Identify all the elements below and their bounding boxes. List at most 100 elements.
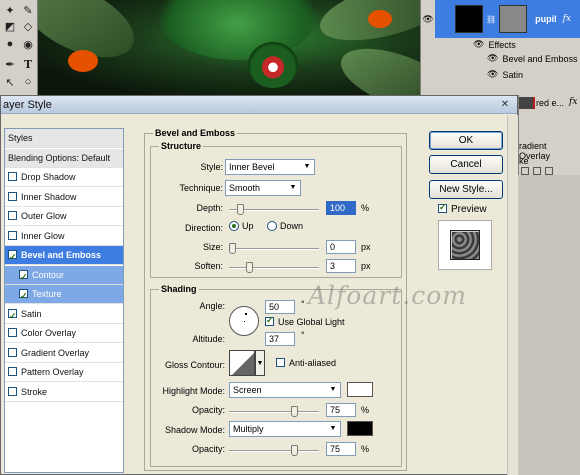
- global-light-label: Use Global Light: [278, 317, 345, 327]
- checkbox-box[interactable]: [8, 211, 17, 220]
- style-item[interactable]: Styles: [5, 129, 123, 148]
- anti-aliased-label: Anti-aliased: [289, 358, 337, 368]
- checkbox-box[interactable]: [8, 328, 17, 337]
- eye-icon[interactable]: 👁: [487, 69, 498, 80]
- brush-icon[interactable]: ✎: [20, 2, 36, 18]
- dodge-icon[interactable]: ◉: [20, 36, 36, 52]
- soften-input[interactable]: 3: [326, 259, 356, 273]
- fill-icon[interactable]: ◇: [20, 18, 36, 34]
- check-icon[interactable]: [8, 307, 17, 326]
- magic-wand-icon[interactable]: ✦: [2, 2, 18, 18]
- checkbox-box[interactable]: [8, 367, 17, 376]
- style-item[interactable]: Inner Shadow: [5, 188, 123, 207]
- effects-row[interactable]: 👁 Effects: [421, 38, 580, 51]
- style-select[interactable]: Inner Bevel ▼: [225, 159, 315, 175]
- eye-icon[interactable]: 👁: [487, 53, 498, 64]
- shadow-color-swatch[interactable]: [347, 421, 373, 436]
- watermark: Alfoart.com: [308, 281, 467, 310]
- chevron-down-icon[interactable]: ▼: [255, 350, 265, 376]
- depth-input[interactable]: 100: [326, 201, 356, 215]
- check-icon[interactable]: [19, 268, 28, 287]
- ellipse-icon[interactable]: ○: [20, 74, 36, 90]
- checkbox-box[interactable]: [8, 347, 17, 357]
- shadow-opacity-input[interactable]: 75: [326, 442, 356, 456]
- gloss-contour-preview[interactable]: [229, 350, 255, 376]
- close-icon[interactable]: ✕: [497, 98, 513, 112]
- layer-row-pupil[interactable]: 👁 ⛓ pupil fx: [421, 0, 580, 38]
- technique-select[interactable]: Smooth ▼: [225, 180, 301, 196]
- blur-icon[interactable]: ●: [2, 36, 18, 52]
- checkbox-box[interactable]: [8, 191, 17, 201]
- direction-down-radio[interactable]: Down: [267, 221, 303, 231]
- eye-icon[interactable]: 👁: [421, 0, 435, 38]
- shadow-opacity-slider[interactable]: [229, 445, 319, 456]
- angle-dial[interactable]: [229, 306, 259, 336]
- preview-checkbox[interactable]: Preview: [438, 202, 487, 215]
- dialog-titlebar[interactable]: ayer Style ✕: [1, 96, 517, 114]
- folder-icon[interactable]: [545, 167, 553, 175]
- style-item-label: Drop Shadow: [21, 172, 76, 182]
- highlight-mode-select[interactable]: Screen ▼: [229, 382, 341, 398]
- style-item[interactable]: Contour: [5, 265, 123, 287]
- style-item[interactable]: Pattern Overlay: [5, 363, 123, 382]
- pen-icon[interactable]: ✒: [2, 56, 18, 72]
- style-item[interactable]: Gradient Overlay: [5, 344, 123, 363]
- style-item[interactable]: Stroke: [5, 383, 123, 402]
- depth-slider[interactable]: [229, 204, 319, 215]
- angle-input[interactable]: 50: [265, 300, 295, 314]
- ok-button[interactable]: OK: [429, 131, 503, 150]
- new-layer-icon[interactable]: [521, 167, 529, 175]
- type-icon[interactable]: T: [20, 56, 36, 72]
- soften-slider[interactable]: [229, 262, 319, 273]
- shadow-mode-select[interactable]: Multiply ▼: [229, 421, 341, 437]
- shading-title: Shading: [159, 284, 199, 294]
- checkbox-box[interactable]: [8, 230, 17, 240]
- eye-icon[interactable]: 👁: [473, 39, 484, 50]
- path-select-icon[interactable]: ↖: [2, 74, 18, 90]
- style-item[interactable]: Blending Options: Default: [5, 148, 123, 168]
- checkbox-box[interactable]: [8, 386, 17, 396]
- style-item[interactable]: Outer Glow: [5, 207, 123, 226]
- down-label: Down: [280, 221, 304, 231]
- layers-panel: 👁 ⛓ pupil fx 👁 Effects 👁 Bevel and Embos…: [420, 0, 580, 95]
- fx-icon[interactable]: fx: [569, 97, 577, 107]
- checkbox-box[interactable]: [8, 172, 17, 181]
- style-item[interactable]: Bevel and Emboss: [5, 246, 123, 267]
- depth-label: Depth:: [196, 203, 223, 213]
- style-item[interactable]: Drop Shadow: [5, 168, 123, 187]
- size-slider[interactable]: [229, 243, 319, 254]
- structure-group: Structure Style: Inner Bevel ▼ Technique…: [150, 141, 402, 278]
- highlight-color-swatch[interactable]: [347, 382, 373, 397]
- global-light-checkbox[interactable]: Use Global Light: [265, 315, 345, 327]
- new-style-button[interactable]: New Style...: [429, 180, 503, 199]
- direction-up-radio[interactable]: Up: [229, 221, 254, 231]
- document-canvas[interactable]: [38, 0, 420, 95]
- depth-slider-thumb[interactable]: [237, 204, 245, 215]
- size-slider-thumb[interactable]: [229, 243, 236, 254]
- layer-mask-thumbnail: [519, 97, 533, 109]
- highlight-opacity-input[interactable]: 75: [326, 403, 356, 417]
- gloss-contour-label: Gloss Contour:: [164, 360, 225, 370]
- style-item[interactable]: Satin: [5, 305, 123, 326]
- effect-row-bevel[interactable]: 👁 Bevel and Emboss: [421, 52, 580, 65]
- highlight-opacity-slider[interactable]: [229, 406, 319, 417]
- shadow-opacity-thumb[interactable]: [291, 445, 299, 456]
- style-item[interactable]: Color Overlay: [5, 324, 123, 343]
- trash-icon[interactable]: [533, 167, 541, 175]
- style-item[interactable]: Inner Glow: [5, 227, 123, 246]
- style-label: Style:: [200, 162, 223, 172]
- soften-slider-thumb[interactable]: [245, 262, 253, 273]
- fx-icon[interactable]: fx: [563, 14, 571, 24]
- cancel-button[interactable]: Cancel: [429, 155, 503, 174]
- size-input[interactable]: 0: [326, 240, 356, 254]
- style-item[interactable]: Texture: [5, 285, 123, 306]
- radio-off: [267, 221, 277, 231]
- check-icon[interactable]: [19, 287, 28, 306]
- anti-aliased-checkbox[interactable]: Anti-aliased: [276, 358, 336, 368]
- effect-row-satin[interactable]: 👁 Satin: [421, 68, 580, 81]
- highlight-opacity-thumb[interactable]: [291, 406, 299, 417]
- highlight-opacity-label: Opacity:: [191, 405, 225, 415]
- check-icon[interactable]: [8, 248, 17, 267]
- altitude-input[interactable]: 37: [265, 332, 295, 346]
- eraser-icon[interactable]: ◩: [2, 18, 18, 34]
